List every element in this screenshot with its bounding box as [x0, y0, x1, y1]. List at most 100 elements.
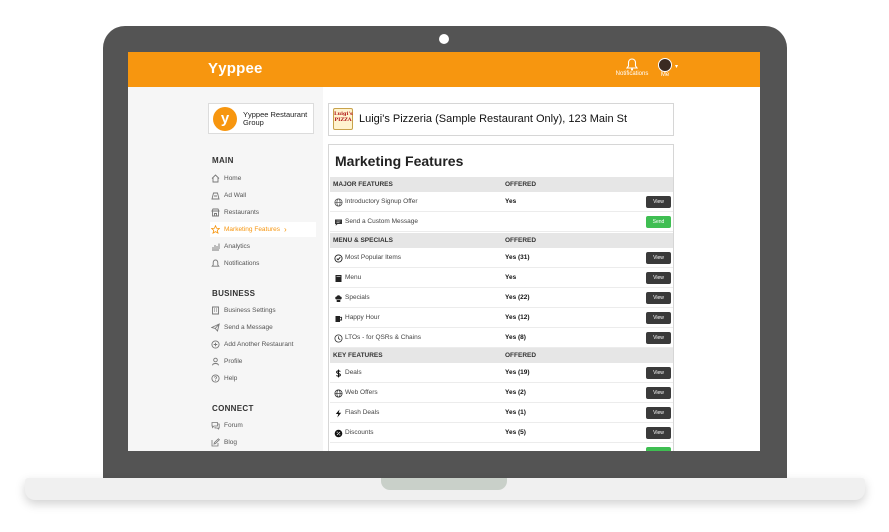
- sidebar-item-marketing-features[interactable]: Marketing Features ›: [210, 222, 316, 237]
- send-button[interactable]: Send: [646, 216, 671, 228]
- sidebar-item-send-message[interactable]: Send a Message: [210, 320, 316, 335]
- restaurant-name: Luigi's Pizzeria (Sample Restaurant Only…: [359, 113, 628, 125]
- restaurant-card[interactable]: Luigi's PIZZA Luigi's Pizzeria (Sample R…: [328, 103, 674, 136]
- percent-icon: [333, 428, 343, 438]
- section-title: KEY FEATURES: [333, 352, 383, 359]
- feature-status: Yes: [505, 198, 517, 205]
- sidebar-item-label: Notifications: [224, 260, 260, 267]
- org-logo: y: [213, 107, 237, 131]
- feature-status: Yes (12): [505, 314, 530, 321]
- home-icon: [210, 174, 220, 184]
- sidebar-item-label: Ad Wall: [224, 192, 247, 199]
- chevron-down-icon[interactable]: ▾: [675, 63, 678, 70]
- sidebar-item-label: Blog: [224, 439, 238, 446]
- feature-row-introductory-signup-offer: Introductory Signup Offer Yes View: [330, 192, 673, 212]
- feature-status: Yes (1): [505, 409, 526, 416]
- feature-name: Deals: [345, 369, 362, 376]
- webcam-dot: [439, 34, 449, 44]
- section-title: MENU & SPECIALS: [333, 237, 393, 244]
- question-icon: [210, 374, 220, 384]
- plus-circle-icon: [210, 340, 220, 350]
- sidebar-item-label: Business Settings: [224, 307, 276, 314]
- chef-hat-icon: [333, 293, 343, 303]
- view-button[interactable]: View: [646, 332, 671, 344]
- section-header-menu-specials: MENU & SPECIALS OFFERED: [330, 233, 673, 248]
- feature-status: Yes (31): [505, 254, 530, 261]
- sidebar-section-business: BUSINESS: [212, 289, 256, 298]
- sidebar-item-label: Analytics: [224, 243, 251, 250]
- feature-row-happy-hour: Happy Hour Yes (12) View: [330, 308, 673, 328]
- notifications-label: Notifications: [615, 71, 649, 77]
- feature-name: Most Popular Items: [345, 254, 401, 261]
- section-header-major-features: MAJOR FEATURES OFFERED: [330, 177, 673, 192]
- sidebar-item-blog[interactable]: Blog: [210, 435, 316, 450]
- sidebar-item-label: Add Another Restaurant: [224, 341, 294, 348]
- feature-name: Menu: [345, 274, 362, 281]
- paper-plane-icon: [210, 323, 220, 333]
- section-title: MAJOR FEATURES: [333, 181, 393, 188]
- beer-icon: [333, 313, 343, 323]
- view-button[interactable]: View: [646, 312, 671, 324]
- view-button[interactable]: View: [646, 387, 671, 399]
- sidebar-item-label: Marketing Features: [224, 226, 280, 233]
- me-menu-button[interactable]: Me: [655, 58, 675, 79]
- sidebar-item-label: Home: [224, 175, 242, 182]
- top-bar: Yyppee Notifications Me ▾: [128, 52, 760, 87]
- chart-icon: [210, 242, 220, 252]
- sidebar-item-ad-wall[interactable]: Ad Wall: [210, 188, 316, 203]
- bell-icon: [210, 259, 220, 269]
- feature-name: Specials: [345, 294, 370, 301]
- feature-row-specials: Specials Yes (22) View: [330, 288, 673, 308]
- view-button[interactable]: View: [646, 407, 671, 419]
- feature-row-flash-deals: Flash Deals Yes (1) View: [330, 403, 673, 423]
- offered-column-header: OFFERED: [505, 237, 537, 244]
- feature-status: Yes (8): [505, 334, 526, 341]
- feature-name: Happy Hour: [345, 314, 380, 321]
- sidebar-item-help[interactable]: Help: [210, 371, 316, 386]
- view-button[interactable]: View: [646, 367, 671, 379]
- globe-icon: [333, 197, 343, 207]
- sidebar-section-connect: CONNECT: [212, 404, 254, 413]
- me-label: Me: [660, 72, 670, 78]
- laptop-base-notch: [381, 478, 507, 490]
- view-button[interactable]: View: [646, 292, 671, 304]
- check-circle-icon: [333, 253, 343, 263]
- org-name: Yyppee Restaurant Group: [243, 110, 308, 127]
- notifications-button[interactable]: Notifications: [614, 58, 650, 78]
- feature-status: Yes (5): [505, 429, 526, 436]
- send-button-partial[interactable]: [646, 447, 671, 451]
- feature-name: Send a Custom Message: [345, 218, 418, 225]
- sidebar-item-label: Help: [224, 375, 238, 382]
- feature-name: Flash Deals: [345, 409, 380, 416]
- sidebar-item-label: Restaurants: [224, 209, 260, 216]
- bell-icon: [626, 58, 638, 71]
- restaurant-logo: Luigi's PIZZA: [333, 108, 353, 130]
- view-button[interactable]: View: [646, 427, 671, 439]
- sidebar-item-add-restaurant[interactable]: Add Another Restaurant: [210, 337, 316, 352]
- feature-row-discounts: Discounts Yes (5) View: [330, 423, 673, 443]
- feature-row-most-popular-items: Most Popular Items Yes (31) View: [330, 248, 673, 268]
- view-button[interactable]: View: [646, 272, 671, 284]
- view-button[interactable]: View: [646, 196, 671, 208]
- sidebar-item-analytics[interactable]: Analytics: [210, 239, 316, 254]
- sidebar-item-business-settings[interactable]: Business Settings: [210, 303, 316, 318]
- marketing-features-panel: Marketing Features MAJOR FEATURES OFFERE…: [328, 144, 674, 451]
- org-card[interactable]: y Yyppee Restaurant Group: [208, 103, 314, 134]
- sidebar-item-profile[interactable]: Profile: [210, 354, 316, 369]
- offered-column-header: OFFERED: [505, 352, 537, 359]
- feature-row-deals: Deals Yes (19) View: [330, 363, 673, 383]
- sidebar-item-notifications[interactable]: Notifications: [210, 256, 316, 271]
- feature-status: Yes (19): [505, 369, 530, 376]
- sidebar-item-forum[interactable]: Forum: [210, 418, 316, 433]
- feature-status: Yes (22): [505, 294, 530, 301]
- feature-row-web-offers: Web Offers Yes (2) View: [330, 383, 673, 403]
- brand-logo[interactable]: Yyppee: [208, 60, 263, 77]
- sidebar-item-restaurants[interactable]: Restaurants: [210, 205, 316, 220]
- sidebar-item-label: Send a Message: [224, 324, 273, 331]
- user-icon: [210, 357, 220, 367]
- dollar-icon: [333, 368, 343, 378]
- view-button[interactable]: View: [646, 252, 671, 264]
- feature-row-send-custom-message: Send a Custom Message Send: [330, 212, 673, 232]
- sidebar-item-home[interactable]: Home: [210, 171, 316, 186]
- feature-row-ltos: LTOs - for QSRs & Chains Yes (8) View: [330, 328, 673, 348]
